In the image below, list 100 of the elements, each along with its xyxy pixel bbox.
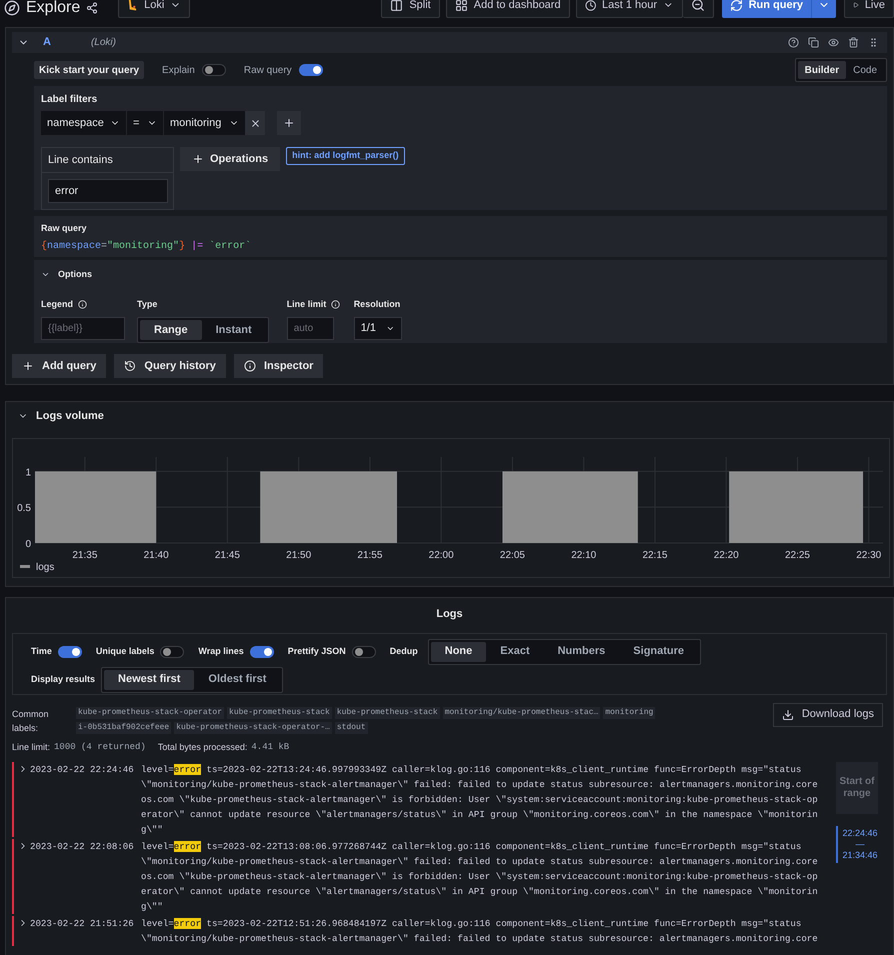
legend-label: logs [36,562,54,573]
grid-icon [454,0,468,12]
line-limit-label: Line limit: [12,740,50,754]
segment-option[interactable]: Newest first [104,670,194,690]
bytes-label: Total bytes processed: [158,740,248,754]
drag-handle-icon[interactable] [868,37,879,48]
datasource-picker[interactable]: Loki [118,0,190,18]
toggle-label: Raw query [244,64,292,78]
axis-label: 0.5 [17,503,31,514]
axis-label: 22:05 [500,550,525,561]
axis-label: 22:25 [784,550,810,561]
legend-swatch [20,565,30,568]
segment-option[interactable]: Instant [202,320,266,340]
axis-label: 22:30 [856,550,882,561]
live-button[interactable]: Live [844,0,894,18]
label-tag: kube-prometheus-stack [334,706,440,718]
loki-logo-icon [127,0,138,12]
value-select[interactable]: monitoring [164,111,245,135]
log-time: 2023-02-22 21:51:26 [30,917,135,931]
range-dash: — [855,839,864,850]
query-action-button[interactable]: Inspector [234,354,324,378]
kick-start-button[interactable]: Kick start your query [34,61,144,79]
query-action-button[interactable]: Add query [12,354,106,378]
legend-field[interactable]: {{label}} [41,317,125,340]
line-contains-field[interactable]: error [48,179,168,203]
segment-option[interactable]: Builder [798,61,846,79]
segment-option[interactable]: Signature [619,642,698,662]
add-filter-button[interactable] [277,111,301,135]
segment-option[interactable]: Numbers [544,642,620,662]
info-icon [244,360,256,372]
query-letter: A [43,35,51,50]
option-label: Display results [31,672,96,686]
info-icon [331,300,340,309]
zoom-out-button[interactable] [682,0,714,18]
axis-label: 1 [25,467,31,478]
help-icon[interactable] [788,37,799,48]
share-icon[interactable] [86,2,98,14]
axis-label: 22:00 [428,550,454,561]
eye-icon[interactable] [828,37,839,48]
section-title: Label filters [41,93,98,107]
log-time: 2023-02-22 22:08:06 [30,840,135,854]
query-datasource: (Loki) [90,36,116,50]
toggle-switch[interactable] [250,646,274,658]
download-icon [782,708,794,720]
toggle-switch[interactable] [202,64,226,76]
resolution-select[interactable]: 1/1 [354,317,402,340]
segment-option[interactable]: Range [140,320,202,340]
range-time: 22:24:46 [842,828,878,839]
download-logs-button[interactable]: Download logs [772,702,883,726]
section-title: Raw query [41,222,88,235]
toggle-label: Time [31,644,52,658]
columns-icon [390,0,404,12]
common-labels-title: Common labels: [12,708,50,734]
chevron-down-icon [386,324,395,333]
query-action-button[interactable]: Query history [114,354,226,378]
label-tag: kube-prometheus-stack-operator-… [174,722,332,734]
explore-icon [4,0,20,16]
toggle-switch[interactable] [160,646,184,658]
section-title: Options [58,268,92,281]
field-label: Type [137,298,158,311]
panel-title: Logs volume [36,408,104,424]
toggle-switch[interactable] [58,646,82,658]
segment-option[interactable]: Exact [486,642,544,662]
segment-option[interactable]: Code [846,61,884,79]
line-limit-value: 1000 (4 returned) [54,740,146,754]
page-title: Explore [26,0,80,18]
axis-label: 21:55 [357,550,382,561]
hint-button[interactable]: hint: add logfmt_parser() [286,147,405,165]
time-range-picker[interactable]: Last 1 hour [576,0,683,18]
remove-filter-button[interactable] [245,111,265,135]
zoom-out-icon [690,0,705,12]
toggle-switch[interactable] [298,64,323,76]
operations-button[interactable]: Operations [180,147,280,171]
split-button[interactable]: Split [381,0,440,18]
segment-option[interactable]: None [430,642,486,662]
line-limit-field[interactable]: auto [286,317,334,340]
copy-icon[interactable] [808,37,819,48]
field-label: Line limit [286,298,326,310]
info-icon [78,300,88,309]
option-label: Dedup [390,644,418,658]
toggle-label: Unique labels [96,644,154,658]
label-select[interactable]: namespace [41,111,126,135]
clock-icon [584,0,596,12]
field-label: Resolution [354,298,402,310]
segment-option[interactable]: Oldest first [194,670,280,690]
close-icon [250,118,260,128]
toggle-switch[interactable] [352,646,376,658]
log-time: 2023-02-22 22:24:46 [30,763,135,777]
operator-select[interactable]: = [127,111,163,135]
axis-label: 22:10 [571,550,596,561]
operation-title: Line contains [42,148,173,173]
axis-label: 21:40 [144,550,169,561]
panel-title: Logs [435,607,464,622]
trash-icon[interactable] [848,37,859,48]
label-tag: i-0b531baf902cefeee [76,722,172,734]
axis-label: 22:15 [642,550,668,561]
log-message: level=error ts=2023-02-22T13:24:46.997993349Z caller=klog.go:116 component=k8s_client_runtime func=ErrorDepth msg="status \"monitoring/kube-prometheus-stack-alertmanager\" failed: failed to update status subresource: alertmanagers.monitoring.core os.com \"kube-prometheus-stack-alertmanager\" is forbidden: User \"system:serviceaccount:monitoring:kube-prometheus-stack-op erator\" cannot update resource \"alertmanagers/status\" in API group \"monitoring.coreos.com\" in the namespace \"monitorin g\"" [141,763,818,837]
field-label: Legend [41,298,74,311]
axis-label: 21:35 [72,550,98,561]
add-to-dashboard-button[interactable]: Add to dashboard [446,0,570,18]
